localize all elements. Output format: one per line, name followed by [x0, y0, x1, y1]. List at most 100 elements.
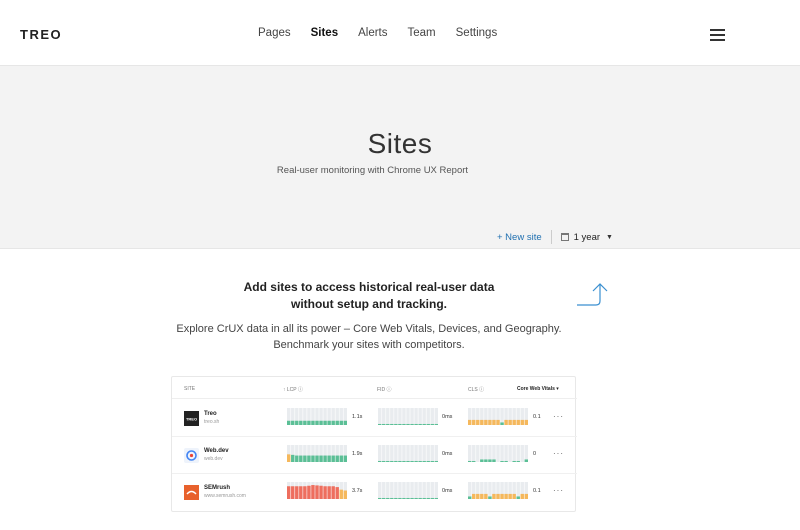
table-row[interactable]: SEMrush www.semrush.com 3.7s 0ms 0.1 ···	[172, 474, 577, 511]
sparkline-slot	[382, 408, 386, 425]
sparkline-slot	[418, 408, 422, 425]
sparkline-bar	[488, 419, 492, 425]
sparkline-bar	[339, 489, 343, 499]
sparkline-slot	[434, 482, 438, 499]
nav-item-team[interactable]: Team	[408, 27, 436, 39]
sparkline-bar	[343, 490, 347, 499]
sparkline-bar	[472, 493, 476, 499]
sparkline-bar	[299, 420, 303, 425]
sparkline-slot	[406, 445, 410, 462]
sparkline-slot	[410, 445, 414, 462]
sparkline-bar	[512, 419, 516, 425]
cls-value: 0.1	[533, 414, 541, 420]
nav-item-settings[interactable]: Settings	[456, 27, 498, 39]
sparkline-slot	[520, 445, 524, 462]
sparkline-bar	[410, 460, 414, 462]
empty-state-title: Add sites to access historical real-user…	[0, 279, 738, 313]
sites-preview-table: SITE ↑ LCP ⓘ FID ⓘ CLS ⓘ Core Web Vitals…	[171, 376, 577, 512]
sparkline-slot	[402, 482, 406, 499]
sparkline-bar	[343, 420, 347, 425]
sparkline-slot	[410, 482, 414, 499]
row-menu-icon[interactable]: ···	[553, 412, 564, 421]
row-menu-icon[interactable]: ···	[553, 486, 564, 495]
sparkline-bar	[418, 460, 422, 462]
cls-sparkline	[468, 482, 528, 499]
sparkline-bar	[343, 455, 347, 462]
sparkline-slot	[422, 408, 426, 425]
table-row[interactable]: Web.dev web.dev 1.9s 0ms 0 ···	[172, 437, 577, 474]
sparkline-slot	[378, 408, 382, 425]
sparkline-slot	[500, 445, 504, 462]
sparkline-bar	[414, 460, 418, 462]
sparkline-bar	[287, 420, 291, 425]
site-name: SEMrush	[204, 485, 231, 491]
nav-item-alerts[interactable]: Alerts	[358, 27, 387, 39]
sparkline-bar	[496, 493, 500, 499]
sparkline-bar	[315, 485, 319, 499]
sparkline-bar	[426, 497, 430, 499]
sparkline-bar	[398, 423, 402, 425]
sparkline-bar	[327, 420, 331, 425]
core-web-vitals-dropdown[interactable]: Core Web Vitals ▾	[517, 386, 559, 392]
webdev-logo-icon	[184, 448, 199, 463]
hamburger-menu-icon[interactable]	[710, 29, 725, 41]
fid-value: 0ms	[442, 488, 453, 494]
svg-text:TREO: TREO	[186, 417, 197, 422]
sparkline-slot	[414, 482, 418, 499]
empty-state-description-line-2: Benchmark your sites with competitors.	[273, 339, 465, 351]
calendar-icon	[560, 233, 569, 241]
sparkline-slot	[504, 445, 508, 462]
sparkline-slot	[512, 445, 516, 462]
sparkline-bar	[303, 420, 307, 425]
sparkline-bar	[406, 460, 410, 462]
sparkline-bar	[472, 460, 476, 462]
sparkline-bar	[319, 485, 323, 499]
page-subtitle: Real-user monitoring with Chrome UX Repo…	[276, 165, 469, 176]
row-menu-icon[interactable]: ···	[553, 449, 564, 458]
sparkline-slot	[430, 408, 434, 425]
header-lcp: ↑ LCP ⓘ	[283, 387, 303, 393]
sparkline-bar	[406, 497, 410, 499]
sparkline-bar	[402, 423, 406, 425]
table-row[interactable]: TREO Treo treo.sh 1.1s 0ms 0.1 ···	[172, 400, 577, 437]
site-name: Web.dev	[204, 448, 229, 454]
cls-value: 0	[533, 451, 537, 457]
sparkline-bar	[303, 486, 307, 499]
sparkline-bar	[339, 420, 343, 425]
sparkline-slot	[398, 482, 402, 499]
sparkline-bar	[508, 493, 512, 499]
nav-item-pages[interactable]: Pages	[258, 27, 291, 39]
sparkline-slot	[434, 445, 438, 462]
sparkline-bar	[295, 455, 299, 462]
sparkline-bar	[394, 460, 398, 462]
sparkline-bar	[378, 460, 382, 462]
nav-item-sites[interactable]: Sites	[311, 27, 339, 39]
sparkline-slot	[468, 445, 472, 462]
sparkline-bar	[311, 455, 315, 462]
sparkline-slot	[414, 408, 418, 425]
sparkline-bar	[524, 493, 528, 499]
sparkline-bar	[291, 486, 295, 499]
sparkline-bar	[426, 460, 430, 462]
sparkline-slot	[422, 482, 426, 499]
sparkline-bar	[315, 455, 319, 462]
site-url: www.semrush.com	[204, 493, 246, 499]
sparkline-slot	[434, 408, 438, 425]
new-site-button[interactable]: + New site	[497, 232, 542, 243]
table-header: SITE ↑ LCP ⓘ FID ⓘ CLS ⓘ Core Web Vitals…	[172, 377, 577, 399]
sparkline-bar	[390, 497, 394, 499]
sparkline-bar	[500, 460, 504, 462]
sparkline-bar	[307, 485, 311, 499]
sparkline-slot	[390, 408, 394, 425]
sparkline-bar	[386, 460, 390, 462]
period-selector[interactable]: 1 year ▼	[560, 232, 613, 243]
sparkline-bar	[500, 422, 504, 425]
sparkline-slot	[382, 445, 386, 462]
sparkline-bar	[394, 423, 398, 425]
arrow-up-right-icon	[577, 283, 608, 306]
sparkline-slot	[402, 408, 406, 425]
sparkline-slot	[386, 482, 390, 499]
treo-logo[interactable]: TREO	[20, 27, 62, 42]
sparkline-bar	[378, 423, 382, 425]
fid-sparkline	[378, 445, 438, 462]
